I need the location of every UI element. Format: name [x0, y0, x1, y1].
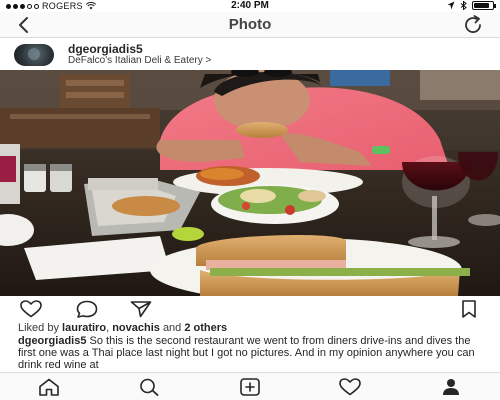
battery-fill: [474, 3, 490, 8]
caption-username[interactable]: dgeorgiadis5: [18, 335, 86, 347]
post-username[interactable]: dgeorgiadis5: [68, 42, 143, 56]
others-link[interactable]: 2 others: [184, 322, 227, 334]
home-icon[interactable]: [38, 378, 60, 396]
post-photo[interactable]: [0, 70, 500, 296]
likes-line: Liked by lauratiro, novachis and 2 other…: [18, 322, 227, 334]
likes-and: and: [162, 322, 182, 334]
profile-icon[interactable]: [440, 378, 462, 396]
likes-prefix: Liked by: [18, 322, 59, 334]
status-right: [447, 1, 496, 10]
status-bar: ROGERS 2:40 PM: [0, 0, 500, 12]
heart-icon[interactable]: [20, 300, 42, 318]
bluetooth-icon: [460, 1, 467, 10]
comment-icon[interactable]: [76, 300, 98, 318]
location-label: DeFalco's Italian Deli & Eatery: [68, 55, 203, 66]
liker-link[interactable]: lauratiro: [62, 322, 106, 334]
location-arrow-icon: [447, 1, 455, 10]
post-actions: [0, 296, 500, 322]
activity-icon[interactable]: [339, 378, 361, 396]
caption-text: So this is the second restaurant we went…: [18, 335, 475, 371]
post-header: dgeorgiadis5 DeFalco's Italian Deli & Ea…: [0, 38, 500, 70]
bookmark-icon[interactable]: [458, 300, 480, 318]
battery-icon: [472, 1, 496, 10]
nav-bar: Photo: [0, 12, 500, 38]
post-caption: dgeorgiadis5 So this is the second resta…: [18, 335, 482, 371]
liker-link[interactable]: novachis: [112, 322, 160, 334]
photo-image: [0, 70, 500, 296]
tab-bar: [0, 372, 500, 400]
page-title: Photo: [228, 16, 272, 33]
refresh-icon[interactable]: [462, 15, 484, 35]
camera-icon[interactable]: [239, 378, 261, 396]
post-location[interactable]: DeFalco's Italian Deli & Eatery >: [68, 55, 211, 66]
search-icon[interactable]: [138, 378, 160, 396]
likes-separator: ,: [106, 322, 110, 334]
share-icon[interactable]: [130, 300, 152, 318]
location-chevron: >: [205, 55, 212, 66]
status-time: 2:40 PM: [231, 0, 269, 11]
avatar[interactable]: [14, 44, 54, 66]
